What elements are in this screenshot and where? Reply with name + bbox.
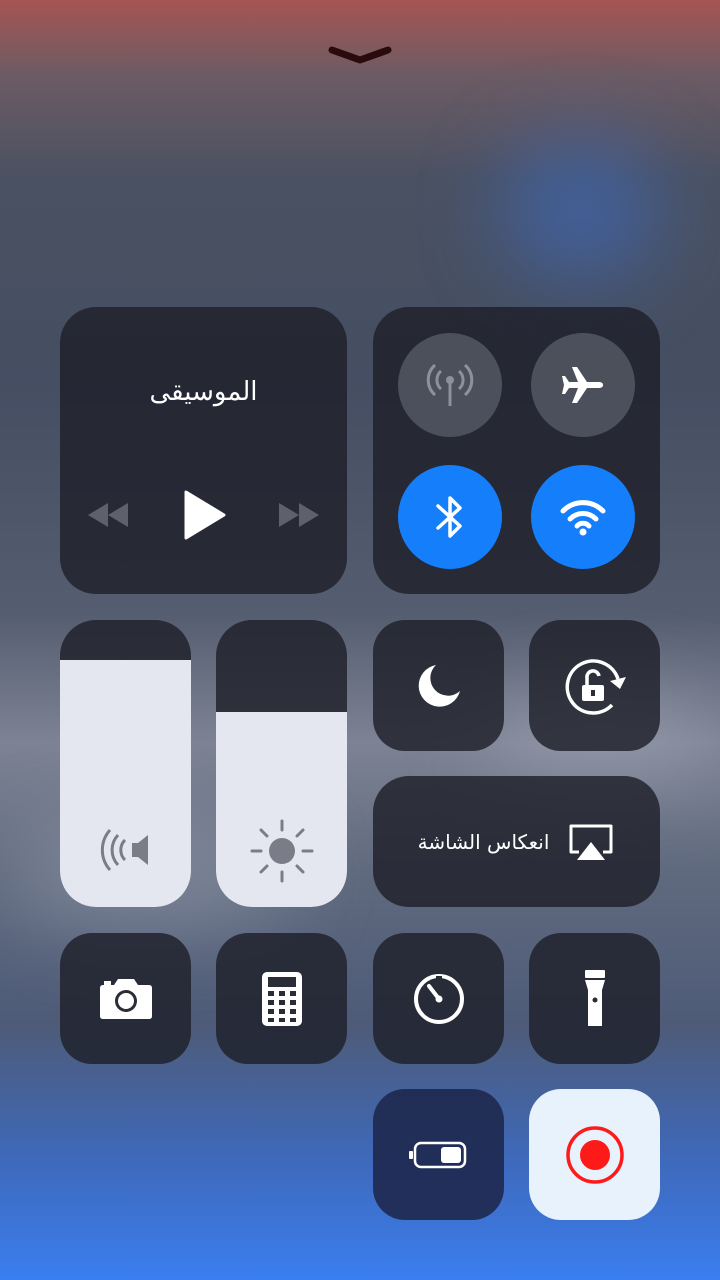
rewind-icon[interactable] <box>84 499 132 531</box>
fast-forward-icon[interactable] <box>275 499 323 531</box>
screen-record-icon <box>565 1125 624 1184</box>
antenna-icon <box>426 363 474 406</box>
brightness-slider[interactable] <box>216 620 347 907</box>
screen-recording-button[interactable] <box>529 1089 660 1220</box>
cellular-data-toggle[interactable] <box>398 333 502 437</box>
moon-icon <box>418 664 460 707</box>
calculator-button[interactable] <box>216 933 347 1064</box>
volume-slider[interactable] <box>60 620 191 907</box>
timer-button[interactable] <box>373 933 504 1064</box>
calculator-icon <box>261 971 302 1026</box>
bluetooth-toggle[interactable] <box>398 465 502 569</box>
music-title: الموسيقى <box>149 377 258 407</box>
screen-mirroring-label: انعكاس الشاشة <box>417 829 550 854</box>
control-center: الموسيقى انعكاس الشاشة <box>0 0 720 1280</box>
low-power-icon <box>408 1141 466 1168</box>
do-not-disturb-toggle[interactable] <box>373 620 504 751</box>
rotation-lock-icon <box>565 658 626 715</box>
camera-icon <box>99 978 152 1019</box>
flashlight-button[interactable] <box>529 933 660 1064</box>
music-controls <box>60 487 347 543</box>
wifi-icon <box>560 500 606 536</box>
play-icon[interactable] <box>180 490 228 540</box>
speaker-icon <box>100 829 148 871</box>
airplane-mode-toggle[interactable] <box>531 333 635 437</box>
music-player-tile[interactable]: الموسيقى <box>60 307 347 594</box>
screen-mirroring-button[interactable]: انعكاس الشاشة <box>373 776 660 907</box>
camera-button[interactable] <box>60 933 191 1064</box>
flashlight-icon <box>584 969 605 1026</box>
timer-icon <box>413 973 464 1024</box>
wifi-toggle[interactable] <box>531 465 635 569</box>
airplane-icon <box>562 367 603 403</box>
dismiss-chevron-icon[interactable] <box>326 40 394 70</box>
background-glow <box>500 140 660 280</box>
airplay-icon <box>569 824 613 860</box>
orientation-lock-toggle[interactable] <box>529 620 660 751</box>
sun-icon <box>250 819 313 883</box>
bluetooth-icon <box>436 496 462 538</box>
connectivity-tile <box>373 307 660 594</box>
low-power-mode-toggle[interactable] <box>373 1089 504 1220</box>
